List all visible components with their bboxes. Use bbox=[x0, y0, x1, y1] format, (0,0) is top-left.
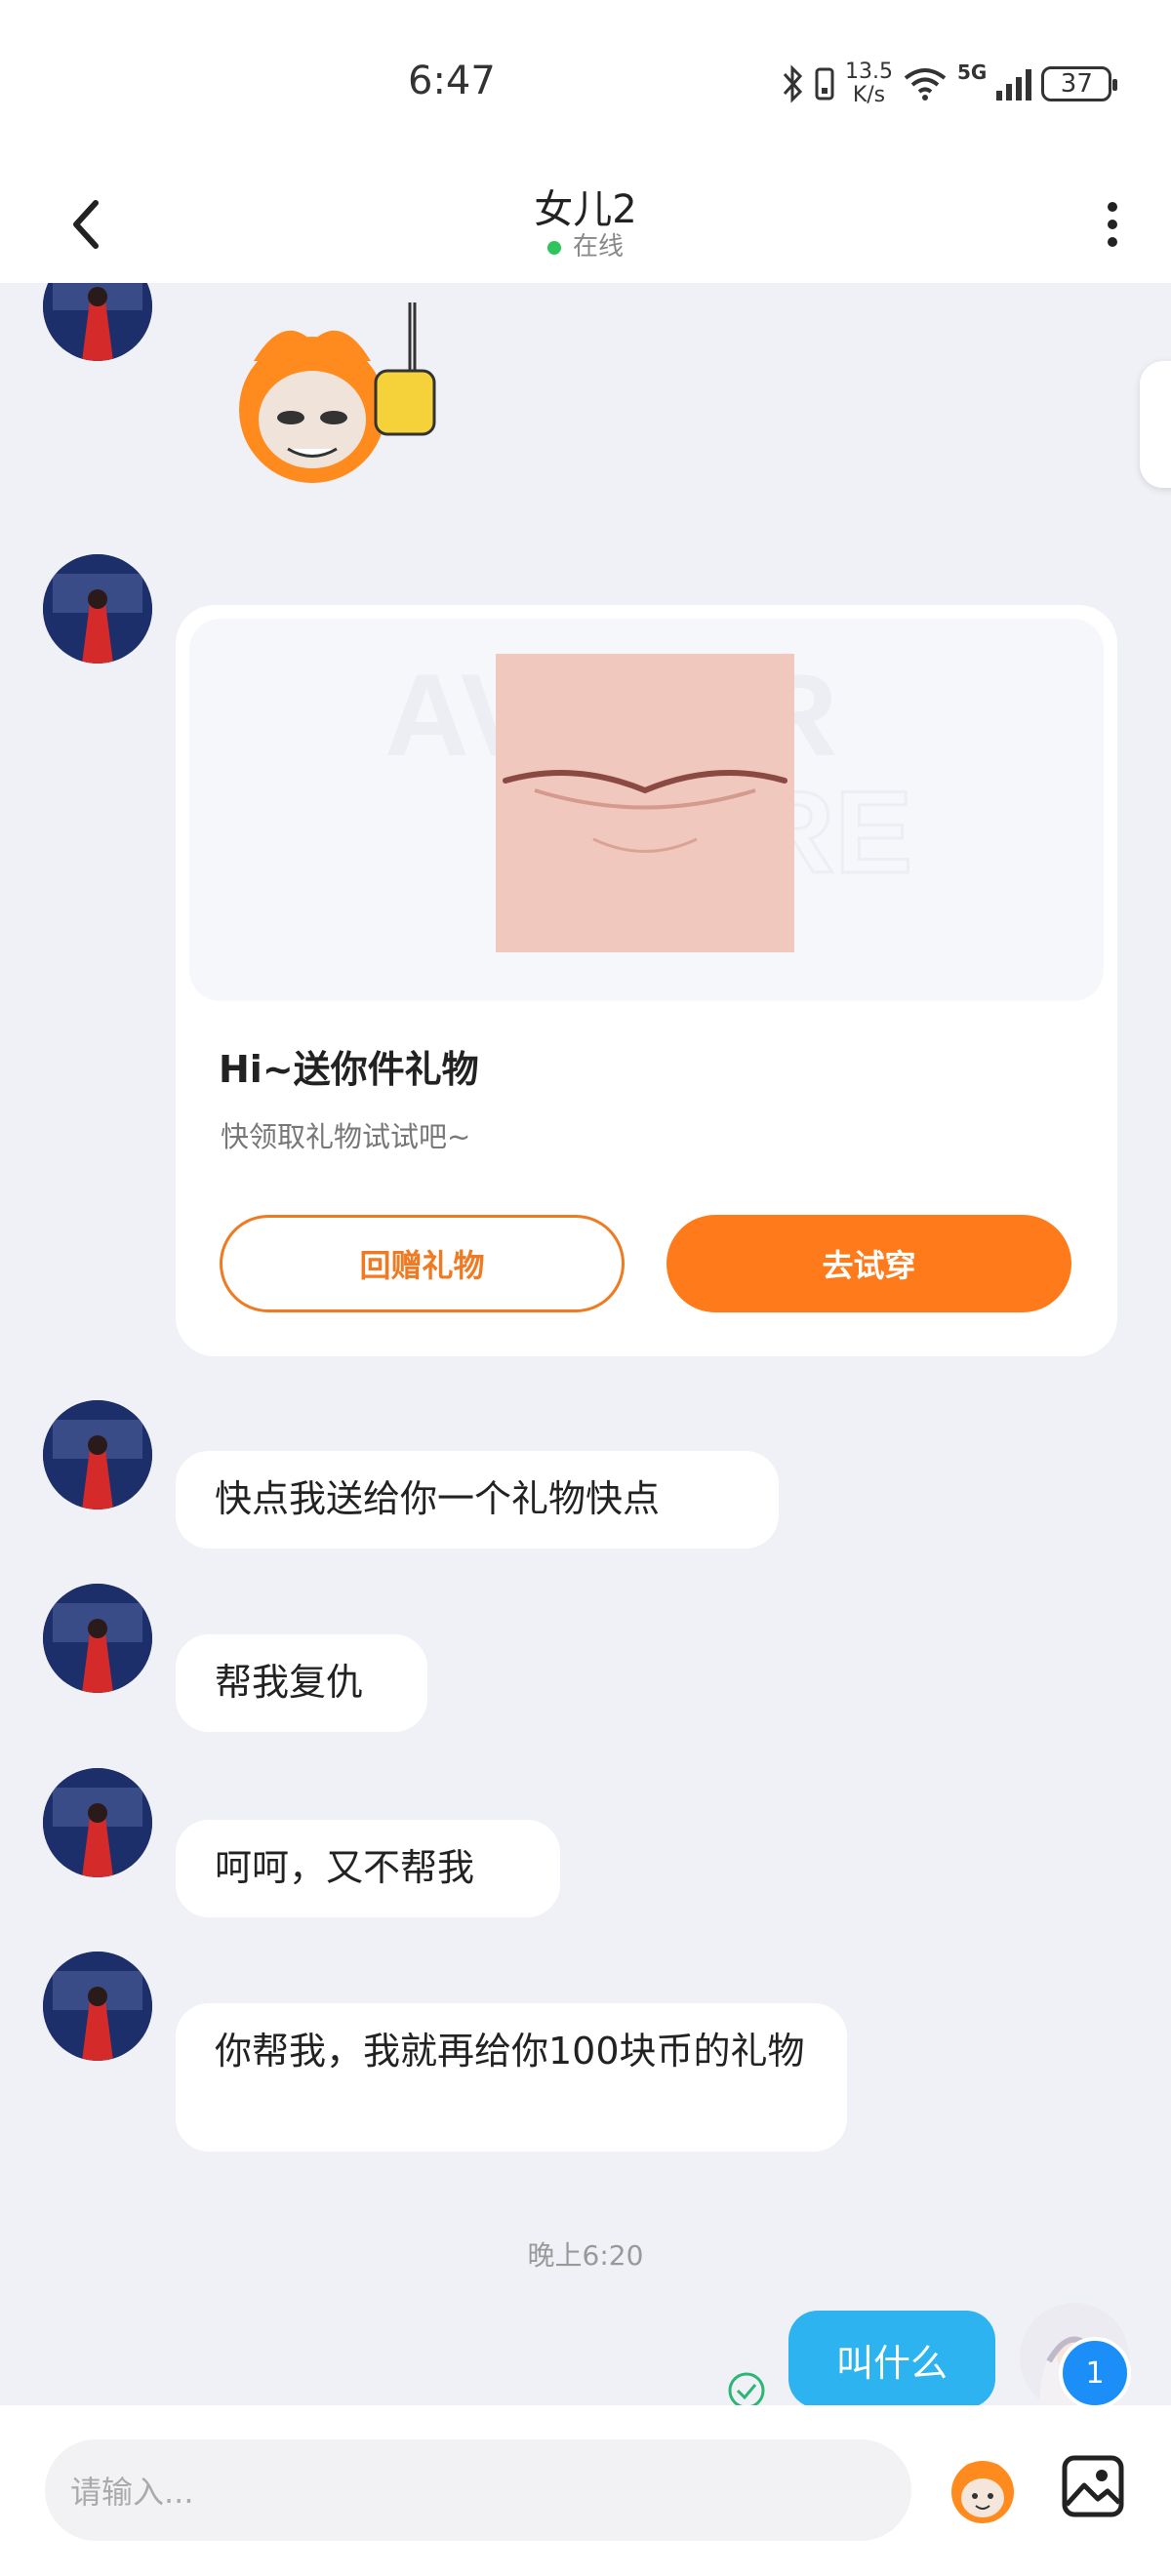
message-bubble[interactable]: 呵呵，又不帮我 bbox=[176, 1820, 560, 1917]
net-speed-value: 13.5 bbox=[845, 60, 893, 84]
online-status-label: 在线 bbox=[572, 232, 624, 262]
status-icons: 13.5 K/s 5G 37 bbox=[781, 60, 1118, 107]
gift-subtitle: 快领取礼物试试吧~ bbox=[221, 1120, 471, 1153]
message-bubble[interactable]: 你帮我，我就再给你100块币的礼物 bbox=[176, 2003, 847, 2152]
avatar-image bbox=[43, 554, 152, 664]
avatar-image bbox=[43, 1768, 152, 1877]
floating-side-tab[interactable] bbox=[1140, 361, 1171, 488]
wifi-icon bbox=[904, 68, 947, 101]
chat-area[interactable]: AVATAR STORE Hi~送你件礼物 快领取礼物试试吧~ 回赠礼物 去试穿… bbox=[0, 283, 1171, 2405]
avatar-image bbox=[43, 1952, 152, 2061]
message-bubble[interactable]: 快点我送给你一个礼物快点 bbox=[176, 1451, 779, 1549]
status-bar: 6:47 13.5 K/s 5G 37 bbox=[0, 0, 1171, 166]
net-speed-unit: K/s bbox=[852, 83, 886, 107]
sticker-icon[interactable] bbox=[939, 2449, 1027, 2527]
net-speed: 13.5 K/s bbox=[845, 60, 893, 107]
online-dot bbox=[546, 240, 561, 255]
try-on-button[interactable]: 去试穿 bbox=[666, 1215, 1071, 1312]
battery-level: 37 bbox=[1060, 69, 1093, 99]
return-gift-button[interactable]: 回赠礼物 bbox=[220, 1215, 625, 1312]
message-bubble[interactable]: 帮我复仇 bbox=[176, 1634, 427, 1732]
online-status: 在线 bbox=[0, 226, 1171, 262]
input-bar: 请输入... bbox=[0, 2405, 1171, 2576]
vibrate-icon bbox=[815, 67, 834, 101]
avatar-image bbox=[43, 1584, 152, 1693]
contact-avatar[interactable] bbox=[43, 1584, 152, 1693]
message-input[interactable]: 请输入... bbox=[45, 2439, 911, 2541]
avatar-image bbox=[43, 283, 152, 361]
battery-icon: 37 bbox=[1041, 66, 1118, 101]
contact-avatar[interactable] bbox=[43, 1768, 152, 1877]
chat-header: 女儿2 在线 bbox=[0, 166, 1171, 283]
gift-title: Hi~送你件礼物 bbox=[219, 1048, 479, 1091]
contact-avatar[interactable] bbox=[43, 554, 152, 664]
sticker-image[interactable] bbox=[205, 302, 449, 498]
bluetooth-icon bbox=[783, 64, 803, 103]
contact-avatar[interactable] bbox=[43, 1400, 152, 1509]
gift-item-image[interactable] bbox=[496, 654, 794, 952]
signal-icon bbox=[996, 67, 1032, 101]
message-timestamp: 晚上6:20 bbox=[527, 2239, 644, 2272]
avatar-image bbox=[43, 1400, 152, 1509]
more-options-icon[interactable] bbox=[1093, 185, 1132, 263]
contact-avatar[interactable] bbox=[43, 1952, 152, 2061]
my-message-bubble[interactable]: 叫什么 bbox=[788, 2311, 995, 2405]
contact-avatar[interactable] bbox=[43, 283, 152, 361]
read-check-icon bbox=[728, 2372, 765, 2405]
unread-badge[interactable]: 1 bbox=[1059, 2337, 1131, 2405]
network-type: 5G bbox=[956, 60, 988, 84]
status-time: 6:47 bbox=[408, 59, 496, 103]
image-icon[interactable] bbox=[1059, 2452, 1127, 2520]
